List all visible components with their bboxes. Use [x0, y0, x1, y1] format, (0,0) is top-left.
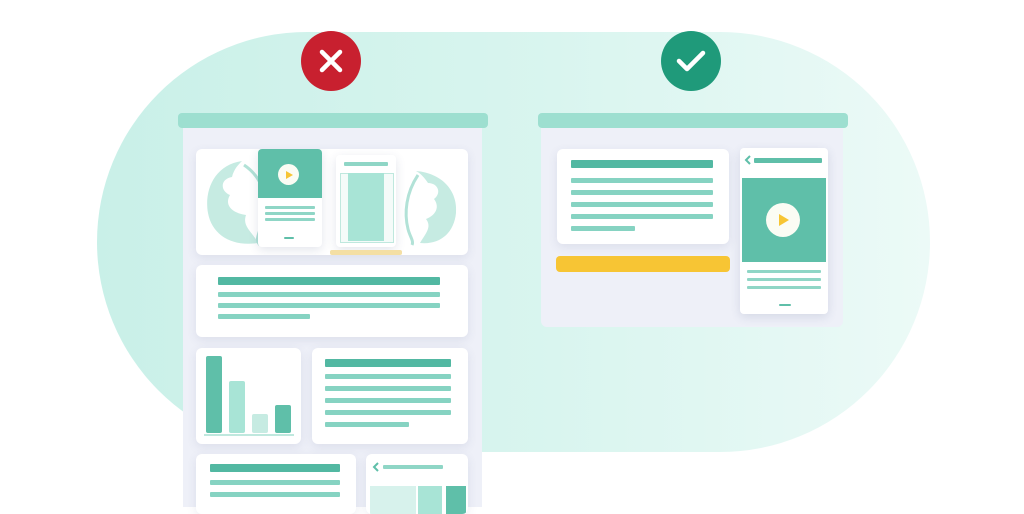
- play-icon: [779, 214, 789, 226]
- play-button[interactable]: [278, 164, 299, 185]
- correct-badge: [661, 31, 721, 91]
- carousel-dots: [330, 250, 402, 255]
- mobile-preview-card: [366, 454, 468, 514]
- text-card-3: [196, 454, 356, 514]
- left-browser-header: [178, 113, 488, 128]
- play-icon: [285, 170, 293, 179]
- chevron-left-icon: [372, 462, 379, 472]
- bar-chart-icon: [204, 354, 294, 433]
- right-browser-window: [541, 128, 843, 327]
- close-x-icon: [319, 49, 343, 73]
- video-mobile-card: [740, 148, 828, 314]
- right-browser-header: [538, 113, 848, 128]
- wrong-badge: [301, 31, 361, 91]
- text-card-2: [312, 348, 468, 444]
- left-browser-window: [183, 128, 482, 514]
- chevron-left-icon[interactable]: [744, 155, 752, 165]
- cta-button[interactable]: [556, 256, 730, 272]
- play-button[interactable]: [766, 203, 800, 237]
- text-card-1: [196, 265, 468, 337]
- text-card-right: [557, 149, 729, 244]
- checkmark-icon: [676, 50, 706, 72]
- monstera-leaf-icon: [404, 171, 457, 246]
- video-phone: [258, 149, 322, 247]
- bar-chart-card: [196, 348, 301, 444]
- hero-card: [196, 149, 468, 255]
- gallery-phone: [336, 155, 396, 247]
